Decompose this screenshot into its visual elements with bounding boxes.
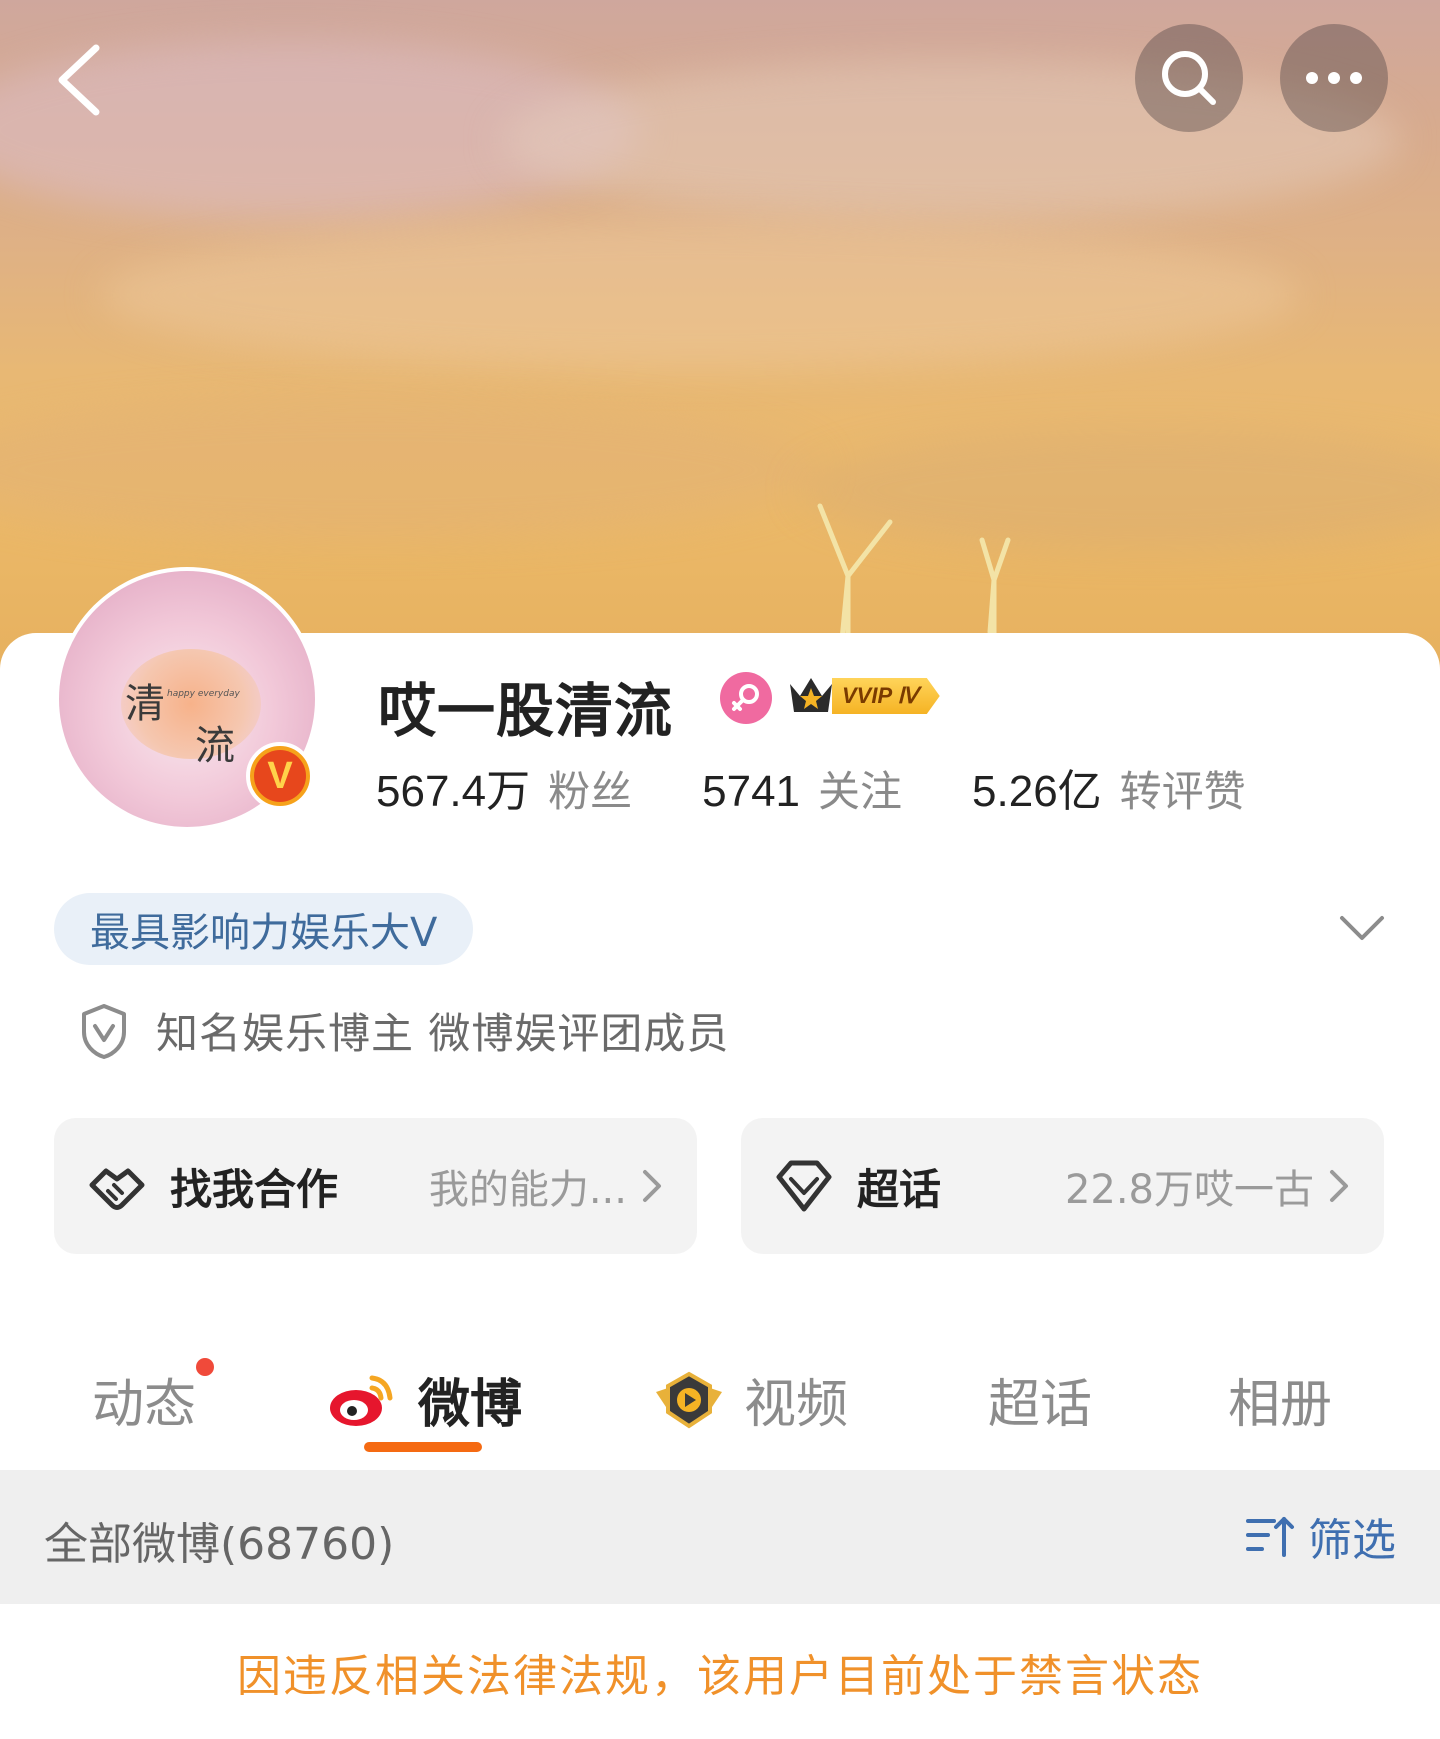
profile-tabs: 动态 微博 视频 超话 相册 [0, 1340, 1440, 1470]
stat-interactions[interactable]: 5.26亿 转评赞 [972, 755, 1246, 819]
tab-weibo[interactable]: 微博 [326, 1362, 522, 1437]
more-button[interactable] [1280, 24, 1388, 132]
vvip-label: VVIP Ⅳ [832, 678, 940, 714]
tab-label: 超话 [988, 1375, 1093, 1435]
handshake-icon [86, 1155, 148, 1217]
diamond-icon [773, 1155, 835, 1217]
tab-label: 微博 [418, 1375, 523, 1435]
tab-album[interactable]: 相册 [1228, 1362, 1332, 1437]
verification-info[interactable]: 知名娱乐博主 微博娱评团成员 [78, 1000, 729, 1061]
shield-v-icon [82, 1003, 126, 1059]
unread-dot [196, 1358, 215, 1376]
filter-label: 筛选 [1308, 1515, 1396, 1566]
chevron-right-icon [1330, 1170, 1348, 1202]
verification-text: 知名娱乐博主 微博娱评团成员 [156, 1009, 730, 1058]
avatar-small-text: happy everyday [167, 689, 240, 699]
video-badge-icon [656, 1371, 722, 1428]
tab-label: 相册 [1228, 1375, 1333, 1435]
back-button[interactable] [30, 30, 130, 130]
tab-label: 动态 [92, 1375, 197, 1435]
crown-icon [790, 678, 832, 712]
stat-label: 转评赞 [1119, 767, 1246, 816]
vvip-badge[interactable]: VVIP Ⅳ [786, 674, 940, 718]
stat-followers[interactable]: 567.4万 粉丝 [376, 755, 632, 819]
avatar-text: 清 [125, 681, 165, 727]
profile-stats: 567.4万 粉丝 5741 关注 5.26亿 转评赞 [376, 755, 1246, 819]
tab-supertopic[interactable]: 超话 [988, 1362, 1092, 1437]
entry-title: 超话 [857, 1164, 942, 1214]
tab-label: 视频 [744, 1375, 849, 1435]
entry-subtitle: 22.8万哎一古 [1064, 1167, 1314, 1213]
chevron-down-icon[interactable] [1334, 900, 1390, 956]
filter-bar: 全部微博(68760) 筛选 [0, 1470, 1440, 1604]
stat-label: 粉丝 [548, 767, 633, 816]
honor-tag[interactable]: 最具影响力娱乐大V [54, 893, 474, 965]
profile-name: 哎一股清流 [378, 677, 674, 745]
supertopic-entry[interactable]: 超话 22.8万哎一古 [741, 1118, 1384, 1254]
entry-title: 找我合作 [170, 1164, 339, 1214]
stat-value: 5741 [702, 767, 801, 816]
chevron-right-icon [643, 1170, 661, 1202]
filter-button[interactable]: 筛选 [1244, 1504, 1396, 1568]
search-icon [1162, 51, 1216, 105]
chevron-left-icon [58, 44, 100, 116]
female-gender-icon [720, 672, 772, 724]
tab-dynamics[interactable]: 动态 [92, 1358, 215, 1437]
verified-badge: V [246, 742, 314, 810]
all-posts-count: 全部微博(68760) [44, 1519, 395, 1570]
active-tab-indicator [364, 1442, 482, 1452]
ban-notice: 因违反相关法律法规，该用户目前处于禁言状态 [237, 1651, 1203, 1702]
tab-video[interactable]: 视频 [652, 1362, 848, 1437]
stat-value: 567.4万 [376, 767, 531, 816]
cooperate-entry[interactable]: 找我合作 我的能力... [54, 1118, 697, 1254]
verified-v-icon: V [254, 750, 306, 802]
more-dots-icon [1306, 72, 1362, 84]
stat-value: 5.26亿 [972, 767, 1102, 816]
weibo-logo-icon [330, 1375, 393, 1426]
stat-following[interactable]: 5741 关注 [702, 758, 902, 819]
sort-filter-icon [1246, 1517, 1294, 1557]
stat-label: 关注 [818, 767, 903, 816]
entry-subtitle: 我的能力... [428, 1167, 627, 1213]
search-button[interactable] [1135, 24, 1243, 132]
avatar-text: 流 [195, 723, 235, 769]
